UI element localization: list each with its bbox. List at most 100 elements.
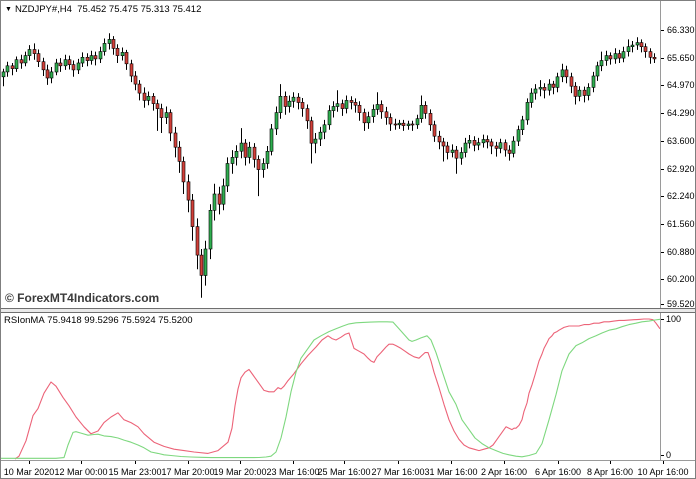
bear-candle [644, 47, 647, 52]
time-axis-label: 25 Mar 16:00 [317, 467, 370, 477]
price-tick-mark [661, 196, 664, 197]
bull-candle [367, 117, 370, 123]
bear-candle [570, 77, 573, 86]
indicator-pane[interactable]: RSIonMA 75.9418 99.5296 75.5924 75.5200 [1, 313, 661, 461]
bear-candle [37, 54, 40, 62]
bear-candle [486, 140, 489, 142]
bear-candle [284, 96, 287, 106]
bear-candle [341, 104, 344, 109]
indicator-tick-mark [661, 455, 664, 456]
bull-candle [292, 97, 295, 101]
bull-candle [275, 113, 278, 129]
bear-candle [504, 143, 507, 150]
bull-candle [398, 123, 401, 125]
bull-candle [539, 87, 542, 89]
price-axis-label: 60.880 [667, 247, 695, 257]
bear-candle [196, 227, 199, 256]
bull-candle [213, 194, 216, 210]
time-axis-label: 15 Mar 23:00 [108, 467, 161, 477]
time-axis-label: 19 Mar 20:00 [213, 467, 266, 477]
ohlc-values: 75.452 75.475 75.313 75.412 [77, 4, 201, 15]
bear-candle [389, 118, 392, 125]
bull-candle [376, 105, 379, 110]
indicator-values: 75.9418 99.5296 75.5924 75.5200 [47, 315, 192, 326]
bear-candle [411, 124, 414, 125]
price-axis[interactable]: 66.33065.65064.97064.29063.60062.92062.2… [661, 1, 696, 308]
time-axis-label: 10 Apr 16:00 [637, 467, 688, 477]
bull-candle [561, 70, 564, 77]
price-tick-mark [661, 30, 664, 31]
bear-candle [297, 97, 300, 102]
bull-candle [209, 210, 212, 249]
indicator-axis[interactable]: 1000 [661, 313, 696, 461]
bear-candle [618, 54, 621, 59]
bull-candle [596, 66, 599, 76]
bull-candle [521, 120, 524, 130]
rsi-line-chart[interactable] [1, 313, 660, 460]
bear-candle [72, 65, 75, 70]
bull-candle [477, 143, 480, 145]
price-tick-mark [661, 279, 664, 280]
bear-candle [438, 136, 441, 142]
bull-candle [336, 104, 339, 107]
bear-candle [187, 182, 190, 200]
bear-candle [433, 125, 436, 136]
bear-candle [394, 124, 397, 125]
chevron-down-icon[interactable]: ▼ [5, 6, 12, 13]
time-axis-label: 2 Apr 16:00 [481, 467, 527, 477]
bull-candle [578, 90, 581, 96]
bear-candle [424, 105, 427, 113]
bear-candle [94, 56, 97, 59]
bull-candle [231, 157, 234, 163]
time-axis-label: 17 Mar 20:00 [161, 467, 214, 477]
chart-title: ▼NZDJPY#,H4 75.452 75.475 75.313 75.412 [5, 4, 201, 15]
bull-candle [266, 151, 269, 163]
bull-candle [328, 111, 331, 125]
price-axis-label: 64.290 [667, 108, 695, 118]
bull-candle [222, 186, 225, 204]
bear-candle [640, 43, 643, 47]
bear-candle [253, 147, 256, 159]
bull-candle [592, 76, 595, 87]
time-tick-mark [663, 461, 664, 464]
bear-candle [178, 147, 181, 161]
bear-candle [385, 112, 388, 118]
bull-candle [460, 153, 463, 159]
time-tick-mark [81, 461, 82, 464]
bull-candle [2, 72, 5, 77]
bull-candle [636, 43, 639, 45]
price-axis-label: 65.650 [667, 53, 695, 63]
bull-candle [64, 60, 67, 66]
bear-candle [543, 87, 546, 90]
bull-candle [499, 143, 502, 149]
price-tick-mark [661, 141, 664, 142]
bull-candle [279, 96, 282, 112]
bear-candle [125, 52, 128, 63]
bear-candle [574, 86, 577, 96]
price-tick-mark [661, 304, 664, 305]
bear-candle [244, 143, 247, 157]
bear-candle [402, 123, 405, 125]
time-tick-mark [293, 461, 294, 464]
price-chart-pane[interactable]: ▼NZDJPY#,H4 75.452 75.475 75.313 75.412 … [1, 1, 661, 308]
time-axis[interactable]: 10 Mar 202012 Mar 00:0015 Mar 23:0017 Ma… [1, 461, 696, 479]
bear-candle [143, 93, 146, 100]
bull-candle [627, 47, 630, 52]
candlestick-chart[interactable] [1, 1, 660, 308]
bear-candle [218, 194, 221, 204]
bull-candle [416, 119, 419, 125]
time-tick-mark [344, 461, 345, 464]
bull-candle [240, 143, 243, 151]
bull-candle [512, 141, 515, 153]
time-tick-mark [504, 461, 505, 464]
bull-candle [451, 150, 454, 152]
bear-candle [174, 133, 177, 147]
bear-candle [354, 102, 357, 105]
bull-candle [631, 45, 634, 47]
bear-candle [363, 113, 366, 123]
bear-candle [68, 60, 71, 65]
time-tick-mark [29, 461, 30, 464]
bull-candle [165, 113, 168, 118]
bear-candle [191, 200, 194, 227]
bull-candle [468, 140, 471, 143]
